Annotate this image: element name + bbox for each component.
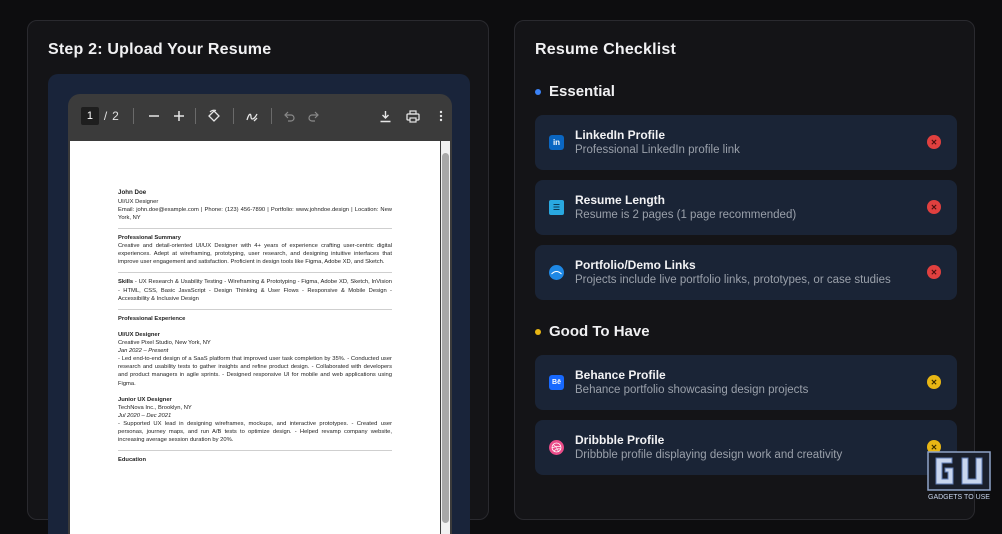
item-desc: Dribbble profile displaying design work … [575, 449, 843, 461]
zoom-in-icon[interactable] [168, 105, 190, 127]
toolbar-divider [132, 108, 134, 124]
checklist-item-dribbble[interactable]: Dribbble Profile Dribbble profile displa… [535, 420, 957, 475]
summary-text: Creative and detail-oriented UI/UX Desig… [118, 243, 392, 266]
missing-status-icon: ✕ [927, 265, 941, 279]
checklist-item-resume-length[interactable]: Resume Length Resume is 2 pages (1 page … [535, 180, 957, 235]
portfolio-icon [549, 265, 564, 280]
resume-name: John Doe [118, 189, 147, 196]
experience-heading: Professional Experience [118, 315, 186, 322]
missing-status-icon: ✕ [927, 135, 941, 149]
resume-role: UI/UX Designer [118, 198, 159, 205]
skills-text: - UX Research & Usability Testing - Wire… [118, 279, 392, 302]
job1-desc: - Led end-to-end design of a SaaS platfo… [118, 356, 392, 387]
job1-dates: Jan 2022 – Present [118, 348, 169, 355]
essential-heading-label: Essential [549, 83, 615, 100]
resume-divider [118, 228, 392, 229]
item-title: Dribbble Profile [575, 433, 665, 447]
download-icon[interactable] [375, 105, 397, 127]
document-icon [549, 200, 564, 215]
resume-divider [118, 272, 392, 274]
resume-divider [118, 308, 392, 310]
item-title: LinkedIn Profile [575, 128, 666, 142]
pdf-page: John Doe UI/UX Designer Email: john.doe@… [70, 141, 440, 534]
page-separator: / [103, 109, 108, 123]
job2-title: Junior UX Designer [118, 396, 172, 403]
job1-company: Creative Pixel Studio, New York, NY [118, 339, 211, 346]
total-pages: 2 [112, 109, 119, 123]
toolbar-divider [271, 108, 272, 124]
dribbble-icon [549, 440, 564, 455]
good-to-have-section-heading: Good To Have [535, 323, 650, 340]
resume-divider [118, 450, 392, 452]
checklist-item-linkedin[interactable]: in LinkedIn Profile Professional LinkedI… [535, 115, 957, 170]
resume-contact: Email: john.doe@example.com | Phone: (12… [118, 206, 392, 221]
skills-label: Skills [118, 279, 134, 286]
checklist-item-portfolio[interactable]: Portfolio/Demo Links Projects include li… [535, 245, 957, 300]
zoom-out-icon[interactable] [143, 105, 165, 127]
item-desc: Resume is 2 pages (1 page recommended) [575, 209, 797, 221]
item-title: Behance Profile [575, 368, 666, 382]
checklist-item-behance[interactable]: Bē Behance Profile Behance portfolio sho… [535, 355, 957, 410]
essential-section-heading: Essential [535, 83, 615, 100]
job2-desc: - Supported UX lead in designing wirefra… [118, 420, 392, 444]
fit-page-icon[interactable] [203, 105, 225, 127]
upload-step-title: Step 2: Upload Your Resume [48, 41, 272, 58]
print-icon[interactable] [402, 105, 424, 127]
pdf-scrollbar[interactable] [441, 141, 450, 534]
skills-block: Skills - UX Research & Usability Testing… [118, 278, 392, 302]
good-to-have-dot [535, 328, 541, 335]
gadgets-to-use-logo: GADGETS TO USE [922, 450, 996, 502]
upload-resume-panel: Step 2: Upload Your Resume 1 / 2 John Do… [27, 20, 489, 534]
essential-dot [535, 88, 541, 95]
checklist-title: Resume Checklist [535, 41, 677, 58]
item-desc: Projects include live portfolio links, p… [575, 274, 891, 286]
item-title: Portfolio/Demo Links [575, 258, 696, 272]
item-desc: Behance portfolio showcasing design proj… [575, 384, 809, 396]
item-title: Resume Length [575, 193, 666, 207]
redo-icon[interactable] [303, 105, 325, 127]
pdf-viewer[interactable]: 1 / 2 John Doe UI/UX Designer Email: joh… [68, 94, 452, 534]
undo-icon[interactable] [278, 105, 300, 127]
pdf-frame: 1 / 2 John Doe UI/UX Designer Email: joh… [48, 74, 470, 534]
linkedin-icon: in [549, 135, 564, 150]
job2-company: TechNova Inc., Brooklyn, NY [118, 404, 192, 411]
summary-heading: Professional Summary [118, 235, 181, 241]
toolbar-divider [195, 108, 197, 124]
draw-icon[interactable] [241, 105, 263, 127]
item-desc: Professional LinkedIn profile link [575, 144, 740, 156]
good-to-have-heading-label: Good To Have [549, 323, 650, 340]
missing-status-icon: ✕ [927, 375, 941, 389]
pdf-toolbar: 1 / 2 [68, 94, 452, 138]
more-options-icon[interactable] [430, 105, 452, 127]
education-heading: Education [118, 457, 147, 464]
missing-status-icon: ✕ [927, 200, 941, 214]
job2-dates: Jul 2020 – Dec 2021 [118, 412, 172, 419]
behance-icon: Bē [549, 375, 564, 390]
job1-title: UI/UX Designer [118, 331, 160, 338]
resume-checklist-panel: Resume Checklist Essential in LinkedIn P… [514, 20, 975, 520]
svg-text:GADGETS TO USE: GADGETS TO USE [928, 494, 990, 501]
page-number-input[interactable]: 1 [81, 107, 99, 125]
pdf-scrollbar-thumb[interactable] [442, 153, 449, 523]
toolbar-divider [233, 108, 235, 124]
